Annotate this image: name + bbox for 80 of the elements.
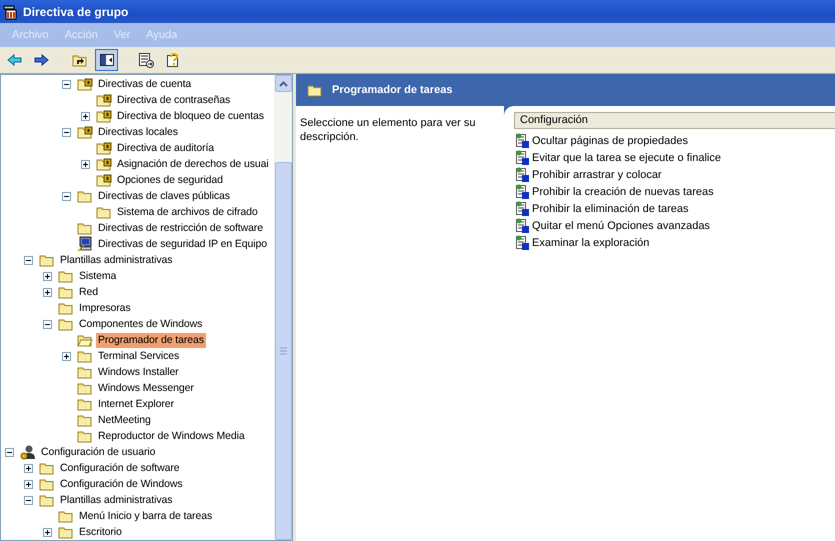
tree-item[interactable]: Windows Installer [96,364,181,380]
policy-setting-icon [514,166,530,182]
back-arrow-icon [6,52,22,68]
locked-folder-icon [96,172,112,188]
tree-item[interactable]: Impresoras [77,300,133,316]
tree-item[interactable]: Directiva de auditoría [115,140,216,156]
scroll-up-icon[interactable] [279,80,288,86]
tree-item[interactable]: Configuración de usuario [39,444,158,460]
locked-folder-icon [96,156,112,172]
details-title: Programador de tareas [332,84,452,96]
policy-setting[interactable]: Prohibir la eliminación de tareas [532,202,689,214]
tree-item[interactable]: Windows Messenger [96,380,196,396]
expand-toggle-icon[interactable] [81,112,90,120]
tree-item[interactable]: Configuración de software [58,460,182,476]
column-header[interactable]: Configuración [514,112,835,129]
forward-arrow-icon [32,52,48,68]
expand-toggle-icon[interactable] [43,288,52,296]
collapse-toggle-icon[interactable] [62,80,71,88]
tree-item[interactable]: Programador de tareas [96,332,206,348]
locked-folder-icon [77,124,93,140]
tree-item[interactable]: Configuración de Windows [58,476,184,492]
tree-item[interactable]: Plantillas administrativas [58,492,174,508]
policy-setting-icon [514,184,530,200]
tree-item[interactable]: Directivas de restricción de software [96,220,265,236]
tree-item[interactable]: Sistema de archivos de cifrado [115,204,260,220]
policy-setting[interactable]: Examinar la exploración [532,236,650,248]
policy-setting-icon [514,234,530,250]
tree-item[interactable]: Directivas de cuenta [96,76,194,92]
collapse-toggle-icon[interactable] [24,496,33,504]
description-text: Seleccione un elemento para ver su descripción. [299,116,476,145]
tree-item[interactable]: Reproductor de Windows Media [96,428,247,444]
tree-item[interactable]: Directivas locales [96,124,180,140]
locked-folder-icon [77,76,93,92]
tree-item[interactable]: NetMeeting [96,412,153,428]
locked-folder-icon [96,108,112,124]
collapse-toggle-icon[interactable] [62,128,71,136]
collapse-toggle-icon[interactable] [5,448,14,456]
expand-toggle-icon[interactable] [62,352,71,360]
tree-item[interactable]: Directivas de seguridad IP en Equipo [96,236,269,252]
tree-item[interactable]: Terminal Services [96,348,182,364]
tree-item[interactable]: Directiva de bloqueo de cuentas [115,108,266,124]
policy-setting-icon [514,200,530,216]
expand-toggle-icon[interactable] [43,272,52,280]
tree-pane-icon [98,52,114,68]
tree-item[interactable]: Directiva de contraseñas [115,92,232,108]
tree-item[interactable]: Asignación de derechos de usuai [115,156,271,172]
policy-setting[interactable]: Prohibir arrastrar y colocar [532,168,662,180]
scrollbar[interactable] [274,75,292,540]
expand-toggle-icon[interactable] [24,480,33,488]
locked-folder-icon [96,140,112,156]
tree-item[interactable]: Menú Inicio y barra de tareas [77,508,214,524]
help-sheet-icon [164,52,180,68]
collapse-toggle-icon[interactable] [62,192,71,200]
policy-setting[interactable]: Quitar el menú Opciones avanzadas [532,220,710,232]
grip-icon[interactable] [280,347,287,355]
computer-icon [77,236,93,252]
policy-setting[interactable]: Prohibir la creación de nuevas tareas [532,186,714,198]
collapse-toggle-icon[interactable] [24,256,33,264]
tree-item[interactable]: Internet Explorer [96,396,176,412]
collapse-toggle-icon[interactable] [43,320,52,328]
tree-item[interactable]: Escritorio [77,524,124,540]
toolbar-button[interactable] [95,49,118,71]
policy-setting[interactable]: Evitar que la tarea se ejecute o finalice [532,152,721,164]
policy-setting-icon [514,132,530,148]
locked-folder-icon [96,92,112,108]
policy-setting-icon [514,150,530,166]
window-title: Directiva de grupo [23,4,128,18]
tree-item[interactable]: Red [77,284,100,300]
expand-toggle-icon[interactable] [24,464,33,472]
user-icon [20,444,36,460]
expand-toggle-icon[interactable] [43,528,52,536]
tree-item[interactable]: Directivas de claves públicas [96,188,232,204]
tree-item[interactable]: Plantillas administrativas [58,252,174,268]
expand-toggle-icon[interactable] [81,160,90,168]
policy-setting[interactable]: Ocultar páginas de propiedades [532,134,688,146]
tree-item[interactable]: Opciones de seguridad [115,172,225,188]
export-list-icon [138,52,154,68]
tree-item[interactable]: Sistema [77,268,118,284]
tree-item[interactable]: Componentes de Windows [77,316,204,332]
policy-setting-icon [514,218,530,234]
